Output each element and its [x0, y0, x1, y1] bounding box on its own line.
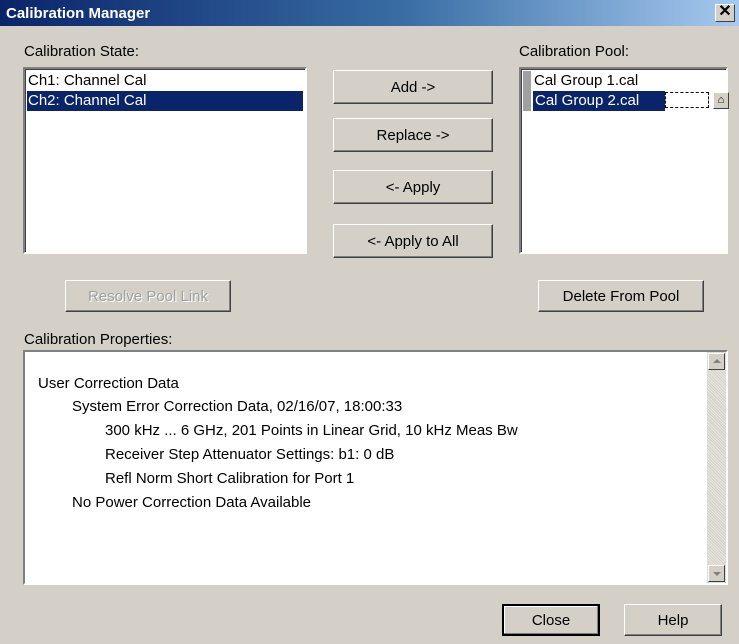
scroll-up-button[interactable] — [708, 353, 725, 370]
close-button[interactable]: Close — [502, 604, 600, 636]
scroll-down-icon — [713, 572, 721, 576]
state-item-ch1[interactable]: Ch1: Channel Cal — [27, 71, 303, 91]
pool-row-marker — [523, 71, 531, 91]
pool-item-group2[interactable]: Cal Group 2.cal — [533, 91, 665, 111]
calibration-pool-list[interactable]: Cal Group 1.cal Cal Group 2.cal ⌂ — [519, 67, 729, 254]
property-line: System Error Correction Data, 02/16/07, … — [72, 398, 403, 415]
delete-from-pool-button[interactable]: Delete From Pool — [538, 280, 704, 312]
add-button[interactable]: Add -> — [333, 70, 493, 104]
state-item-ch2[interactable]: Ch2: Channel Cal — [27, 91, 303, 111]
replace-button[interactable]: Replace -> — [333, 118, 493, 152]
scroll-down-button[interactable] — [708, 565, 725, 582]
folder-icon[interactable]: ⌂ — [713, 92, 729, 109]
apply-button[interactable]: <- Apply — [333, 170, 493, 204]
calibration-state-label: Calibration State: — [24, 43, 140, 60]
calibration-pool-label: Calibration Pool: — [519, 43, 630, 60]
calibration-state-list[interactable]: Ch1: Channel Cal Ch2: Channel Cal — [23, 67, 307, 254]
scroll-up-icon — [713, 359, 721, 363]
close-window-button[interactable]: ✕ — [715, 4, 735, 22]
pool-rename-field[interactable] — [665, 92, 709, 108]
calibration-properties-label: Calibration Properties: — [24, 331, 173, 348]
calibration-properties-box[interactable]: User Correction Data System Error Correc… — [23, 350, 728, 585]
pool-item-group2-row[interactable]: Cal Group 2.cal ⌂ — [533, 91, 729, 111]
title-bar: Calibration Manager ✕ — [0, 0, 739, 26]
property-line: Receiver Step Attenuator Settings: b1: 0… — [105, 446, 395, 463]
property-line: Refl Norm Short Calibration for Port 1 — [105, 470, 355, 487]
property-line: User Correction Data — [38, 375, 179, 392]
pool-item-group1[interactable]: Cal Group 1.cal — [533, 71, 724, 91]
calibration-manager-dialog: Calibration Manager ✕ Calibration State:… — [0, 0, 739, 644]
property-line: No Power Correction Data Available — [72, 494, 312, 511]
pool-row-marker — [523, 91, 531, 111]
property-line: 300 kHz ... 6 GHz, 201 Points in Linear … — [105, 422, 518, 439]
window-title: Calibration Manager — [6, 5, 151, 22]
resolve-pool-link-button[interactable]: Resolve Pool Link — [65, 280, 231, 312]
vertical-scrollbar[interactable] — [707, 352, 726, 583]
help-button[interactable]: Help — [624, 604, 722, 636]
apply-to-all-button[interactable]: <- Apply to All — [333, 224, 493, 258]
